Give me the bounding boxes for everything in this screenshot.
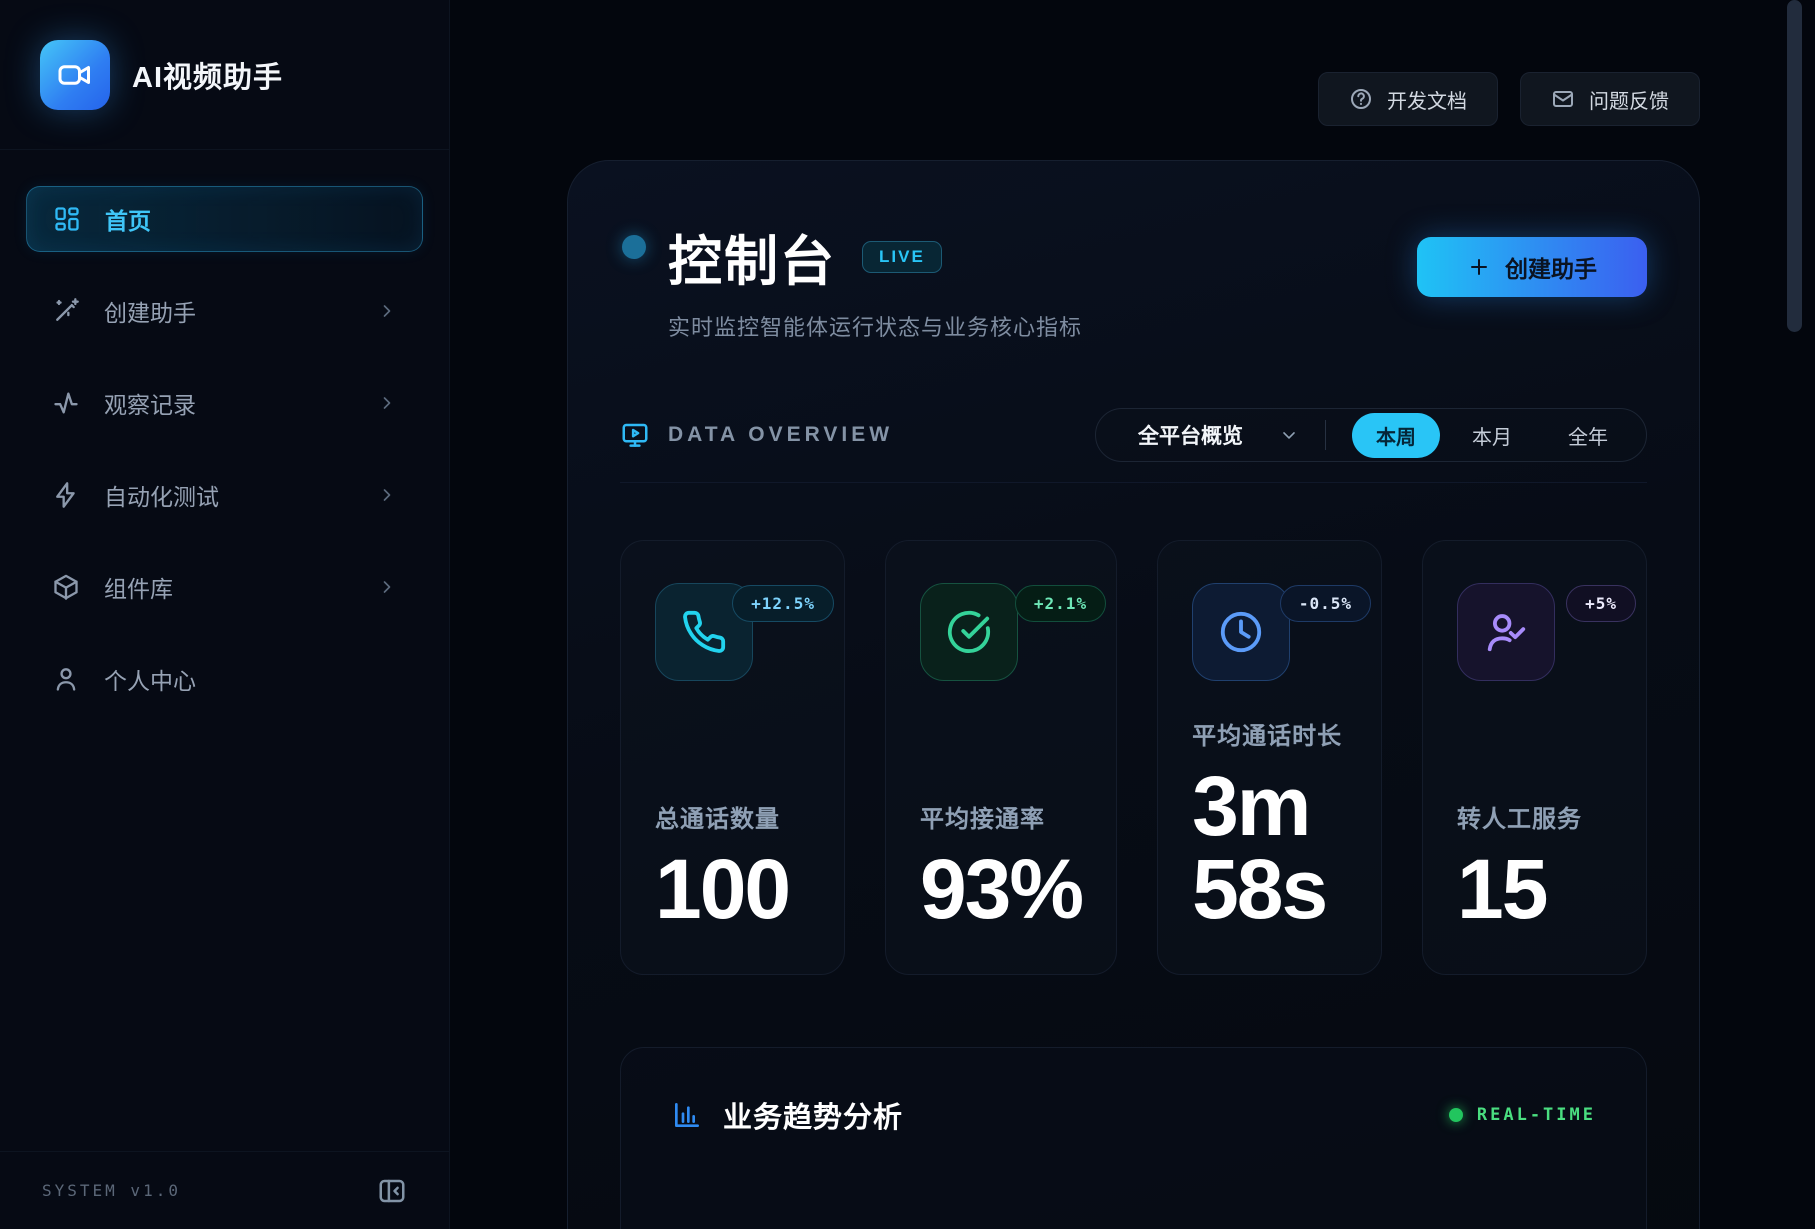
lightning-icon	[52, 481, 80, 509]
feedback-label: 问题反馈	[1589, 85, 1669, 114]
stat-icon-tile	[920, 583, 1018, 681]
stat-value: 3m 58s	[1192, 765, 1347, 930]
console-panel: 控制台 LIVE 实时监控智能体运行状态与业务核心指标 创建助手	[567, 160, 1700, 1229]
sidebar-item-label: 个人中心	[104, 662, 196, 696]
stat-card-avg-duration: -0.5% 平均通话时长 3m 58s	[1157, 540, 1382, 975]
data-overview-label-group: DATA OVERVIEW	[620, 420, 893, 450]
system-version: SYSTEM v1.0	[42, 1181, 181, 1200]
platform-selector-dropdown[interactable]: 全平台概览	[1138, 420, 1299, 450]
tab-this-week[interactable]: 本周	[1352, 413, 1440, 458]
header-texts: 控制台 LIVE 实时监控智能体运行状态与业务核心指标	[668, 217, 1082, 342]
create-assistant-button[interactable]: 创建助手	[1417, 237, 1647, 297]
panel-collapse-icon	[377, 1176, 407, 1206]
monitor-play-icon	[620, 420, 650, 450]
plus-icon	[1467, 255, 1491, 279]
stat-value: 100	[655, 848, 810, 930]
user-icon	[52, 665, 80, 693]
stat-value: 15	[1457, 848, 1612, 930]
sidebar: AI视频助手 首页 创建助手	[0, 0, 450, 1229]
data-overview-row: DATA OVERVIEW 全平台概览 本周 本月 全年	[620, 408, 1647, 462]
dev-docs-label: 开发文档	[1387, 85, 1467, 114]
cube-icon	[52, 573, 80, 601]
clock-icon	[1218, 609, 1264, 655]
delta-badge: -0.5%	[1280, 585, 1371, 622]
mail-icon	[1551, 87, 1575, 111]
chevron-right-icon	[377, 577, 397, 597]
sidebar-item-label: 创建助手	[104, 294, 196, 328]
sidebar-item-label: 自动化测试	[104, 478, 219, 512]
sidebar-collapse-button[interactable]	[377, 1176, 407, 1206]
stat-icon-tile	[1192, 583, 1290, 681]
help-circle-icon	[1349, 87, 1373, 111]
chevron-right-icon	[377, 393, 397, 413]
user-check-icon	[1483, 609, 1529, 655]
green-status-dot	[1449, 1108, 1463, 1122]
trend-panel: 业务趋势分析 REAL-TIME	[620, 1047, 1647, 1229]
sidebar-footer: SYSTEM v1.0	[0, 1151, 449, 1229]
delta-badge: +5%	[1566, 585, 1636, 622]
app-root: AI视频助手 首页 创建助手	[0, 0, 1815, 1229]
sidebar-nav: 首页 创建助手 观察记录	[0, 150, 449, 1151]
phone-icon	[681, 609, 727, 655]
stat-label: 转人工服务	[1457, 799, 1612, 834]
stat-card-answer-rate: +2.1% 平均接通率 93%	[885, 540, 1117, 975]
dashboard-icon	[53, 205, 81, 233]
period-tabs: 本周 本月 全年	[1352, 413, 1632, 458]
magic-wand-icon	[52, 297, 80, 325]
sidebar-item-observe-records[interactable]: 观察记录	[26, 370, 423, 436]
delta-badge: +2.1%	[1015, 585, 1106, 622]
tab-this-year[interactable]: 全年	[1544, 413, 1632, 458]
app-logo	[40, 40, 110, 110]
stat-card-total-calls: +12.5% 总通话数量 100	[620, 540, 845, 975]
main-content: 开发文档 问题反馈 控制台 LIVE 实时监控智能体运行状态与业务核心指标	[450, 0, 1815, 1229]
trend-title: 业务趋势分析	[723, 1094, 903, 1136]
chevron-down-icon	[1279, 425, 1299, 445]
video-camera-icon	[57, 57, 93, 93]
realtime-label: REAL-TIME	[1477, 1105, 1596, 1125]
section-divider	[620, 482, 1647, 483]
sidebar-item-component-library[interactable]: 组件库	[26, 554, 423, 620]
tab-this-month[interactable]: 本月	[1448, 413, 1536, 458]
page-scrollbar[interactable]	[1787, 0, 1802, 1229]
chevron-right-icon	[377, 485, 397, 505]
stat-icon-tile	[1457, 583, 1555, 681]
delta-badge: +12.5%	[732, 585, 834, 622]
dev-docs-button[interactable]: 开发文档	[1318, 72, 1498, 126]
overview-controls: 全平台概览 本周 本月 全年	[1095, 408, 1647, 462]
sidebar-item-create-assistant[interactable]: 创建助手	[26, 278, 423, 344]
data-overview-label: DATA OVERVIEW	[668, 423, 893, 447]
scrollbar-thumb[interactable]	[1787, 0, 1802, 332]
sidebar-header: AI视频助手	[0, 0, 449, 150]
check-circle-icon	[946, 609, 992, 655]
sidebar-item-personal-center[interactable]: 个人中心	[26, 646, 423, 712]
page-subtitle: 实时监控智能体运行状态与业务核心指标	[668, 310, 1082, 342]
stats-grid: +12.5% 总通话数量 100 +2.1% 平	[620, 540, 1647, 975]
create-assistant-label: 创建助手	[1505, 250, 1597, 284]
feedback-button[interactable]: 问题反馈	[1520, 72, 1700, 126]
controls-divider	[1325, 420, 1326, 450]
stat-card-human-transfer: +5% 转人工服务 15	[1422, 540, 1647, 975]
panel-header: 控制台 LIVE 实时监控智能体运行状态与业务核心指标 创建助手	[620, 217, 1647, 342]
page-title: 控制台	[668, 217, 836, 296]
bar-chart-icon	[671, 1099, 703, 1131]
app-title: AI视频助手	[132, 54, 283, 96]
sidebar-item-label: 首页	[105, 202, 151, 236]
stat-label: 平均通话时长	[1192, 716, 1347, 751]
sidebar-item-label: 观察记录	[104, 386, 196, 420]
chevron-right-icon	[377, 301, 397, 321]
stat-label: 平均接通率	[920, 799, 1082, 834]
status-dot	[622, 235, 646, 259]
topbar: 开发文档 问题反馈	[1318, 72, 1700, 126]
stat-value: 93%	[920, 848, 1082, 930]
live-badge: LIVE	[862, 241, 942, 273]
sidebar-item-home[interactable]: 首页	[26, 186, 423, 252]
stat-label: 总通话数量	[655, 799, 810, 834]
activity-pulse-icon	[52, 389, 80, 417]
sidebar-item-label: 组件库	[104, 570, 173, 604]
realtime-indicator: REAL-TIME	[1449, 1105, 1596, 1125]
sidebar-item-automation-test[interactable]: 自动化测试	[26, 462, 423, 528]
trend-header: 业务趋势分析 REAL-TIME	[671, 1094, 1596, 1136]
platform-selector-value: 全平台概览	[1138, 420, 1243, 450]
